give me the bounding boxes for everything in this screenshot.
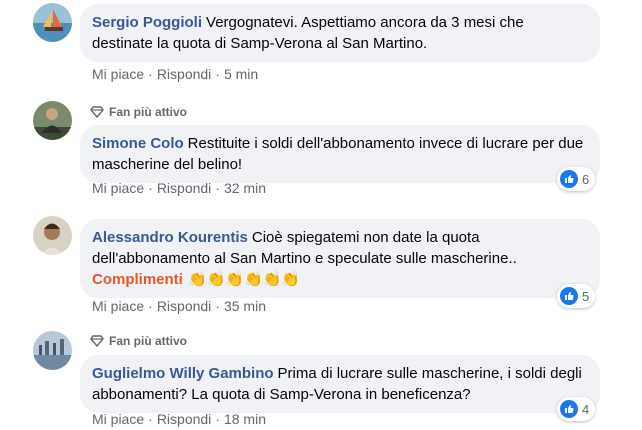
reply-button[interactable]: Rispondi (157, 180, 211, 196)
separator: · (215, 180, 220, 196)
avatar[interactable] (33, 101, 72, 140)
separator: · (215, 411, 220, 427)
top-fan-badge: Fan più attivo (90, 334, 187, 348)
comment-author[interactable]: Sergio Poggioli (92, 14, 202, 31)
comment-time[interactable]: 32 min (224, 180, 266, 196)
like-icon (560, 400, 578, 418)
badge-label: Fan più attivo (109, 334, 187, 348)
like-button[interactable]: Mi piace (92, 66, 144, 82)
reaction-number: 5 (582, 288, 590, 304)
clapping-hands-emoji: 👏👏👏👏👏👏 (188, 271, 301, 288)
separator: · (148, 66, 153, 82)
like-button[interactable]: Mi piace (92, 411, 144, 427)
reaction-count[interactable]: 4 (557, 397, 596, 421)
reaction-number: 6 (582, 171, 590, 187)
comment-bubble: Simone Colo Restituite i soldi dell'abbon… (80, 125, 600, 183)
comment-author[interactable]: Guglielmo Willy Gambino (92, 365, 274, 382)
like-icon (560, 170, 578, 188)
reaction-count[interactable]: 6 (557, 167, 596, 191)
comment-time[interactable]: 5 min (224, 66, 258, 82)
reply-button[interactable]: Rispondi (157, 411, 211, 427)
reply-button[interactable]: Rispondi (157, 298, 211, 314)
comment-actions: Mi piace · Rispondi · 5 min (92, 66, 258, 82)
comment-bubble: Guglielmo Willy Gambino Prima di lucrare … (80, 355, 600, 413)
avatar[interactable] (33, 3, 72, 42)
separator: · (215, 298, 220, 314)
like-button[interactable]: Mi piace (92, 180, 144, 196)
comment-actions: Mi piace · Rispondi · 32 min (92, 180, 266, 196)
avatar[interactable] (33, 216, 72, 255)
separator: · (148, 411, 153, 427)
separator: · (148, 298, 153, 314)
complimenti-text: Complimenti (92, 271, 183, 288)
comment-time[interactable]: 18 min (224, 411, 266, 427)
comment-bubble: Sergio Poggioli Vergognatevi. Aspettiamo … (80, 4, 600, 62)
separator: · (148, 180, 153, 196)
like-icon (560, 287, 578, 305)
diamond-icon (90, 335, 104, 348)
separator: · (215, 66, 220, 82)
comment-bubble: Alessandro Kourentis Cioè spiegatemi non … (80, 219, 600, 298)
like-button[interactable]: Mi piace (92, 298, 144, 314)
top-fan-badge: Fan più attivo (90, 105, 187, 119)
diamond-icon (90, 106, 104, 119)
comment-time[interactable]: 35 min (224, 298, 266, 314)
comment-actions: Mi piace · Rispondi · 35 min (92, 298, 266, 314)
comment-actions: Mi piace · Rispondi · 18 min (92, 411, 266, 427)
comment-author[interactable]: Simone Colo (92, 135, 184, 152)
avatar[interactable] (33, 331, 72, 370)
reply-button[interactable]: Rispondi (157, 66, 211, 82)
reaction-count[interactable]: 5 (557, 284, 596, 308)
reaction-number: 4 (582, 401, 590, 417)
comment-author[interactable]: Alessandro Kourentis (92, 229, 248, 246)
badge-label: Fan più attivo (109, 105, 187, 119)
